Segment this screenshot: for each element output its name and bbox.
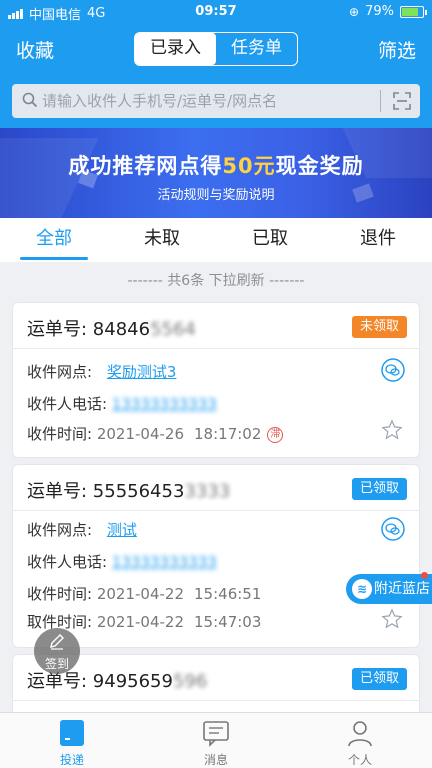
segment-control: 已录入 任务单 [134, 32, 298, 66]
favorites-button[interactable]: 收藏 [16, 36, 54, 63]
status-badge: 未领取 [351, 316, 407, 338]
checkin-button[interactable]: 签到 [34, 628, 80, 674]
waybill-number: 运单号: 555564533333 [27, 481, 231, 502]
nearby-store-label: 附近蓝店 [374, 581, 430, 597]
message-icon [203, 721, 229, 747]
parcel-card[interactable]: 运单号: 555564533333 已领取 收件网点: 测试 收件人电话: 13… [12, 464, 420, 648]
banner-title: 成功推荐网点得50元现金奖励 [68, 154, 364, 178]
tab-returned[interactable]: 退件 [324, 218, 432, 262]
site-link[interactable]: 奖励测试3 [107, 363, 177, 381]
phone-link[interactable]: 13333333333 [112, 553, 217, 571]
status-bar: 中国电信 4G 09:57 ⊕ 79% [0, 0, 432, 24]
checkin-label: 签到 [44, 657, 69, 671]
notification-dot [421, 572, 428, 579]
scan-icon[interactable] [393, 92, 411, 110]
site-row: 收件网点: 测试 [27, 521, 137, 539]
delivery-icon [60, 720, 84, 746]
pencil-icon [50, 634, 64, 650]
waybill-number: 运单号: 848465564 [27, 319, 196, 340]
phone-row: 收件人电话: 13333333333 [27, 553, 217, 571]
promo-banner[interactable]: 成功推荐网点得50元现金奖励 活动规则与奖励说明 [0, 128, 432, 218]
status-tabs: 全部 未取 已取 退件 [0, 218, 432, 262]
site-row: 收件网点: 奖励测试3 [27, 363, 177, 381]
search-divider [380, 90, 381, 112]
receive-time-row: 收件时间: 2021-04-26 18:17:02 滞 [27, 423, 284, 444]
store-icon: ≋ [352, 579, 372, 599]
chat-icon[interactable] [381, 517, 405, 541]
nearby-store-button[interactable]: ≋ 附近蓝店 [346, 572, 432, 604]
tab-entered[interactable]: 已录入 [135, 33, 216, 65]
star-icon[interactable] [381, 608, 403, 630]
phone-link[interactable]: 13333333333 [112, 395, 217, 413]
nav-delivery[interactable]: 投递 [0, 713, 144, 768]
nav-messages[interactable]: 消息 [144, 713, 288, 768]
tab-not-picked[interactable]: 未取 [108, 218, 216, 262]
status-badge: 已领取 [351, 668, 407, 690]
search-box [12, 84, 420, 118]
site-link[interactable]: 测试 [107, 521, 137, 539]
chat-icon[interactable] [381, 358, 405, 382]
search-icon [22, 92, 38, 108]
tab-picked[interactable]: 已取 [216, 218, 324, 262]
status-badge: 已领取 [351, 478, 407, 500]
filter-button[interactable]: 筛选 [378, 36, 416, 63]
battery-percent: 79% [365, 4, 394, 19]
nav-profile[interactable]: 个人 [288, 713, 432, 768]
nav-messages-label: 消息 [203, 753, 228, 767]
battery-icon [400, 5, 427, 18]
search-input[interactable] [42, 84, 372, 118]
banner-subtitle[interactable]: 活动规则与奖励说明 [0, 184, 432, 203]
tab-task-list[interactable]: 任务单 [216, 33, 297, 65]
rotation-lock-icon: ⊕ [349, 4, 360, 19]
person-icon [348, 721, 372, 747]
search-area [0, 74, 432, 128]
star-icon[interactable] [381, 419, 403, 441]
nav-delivery-label: 投递 [59, 753, 84, 767]
receive-time-row: 收件时间: 2021-04-22 15:46:51 [27, 585, 262, 603]
parcel-card[interactable]: 运单号: 848465564 未领取 收件网点: 奖励测试3 收件人电话: 13… [12, 302, 420, 458]
bottom-nav: 投递 消息 个人 [0, 712, 432, 768]
count-hint: ------- 共6条 下拉刷新 ------- [127, 273, 305, 289]
app-header: 收藏 已录入 任务单 筛选 [0, 24, 432, 74]
overdue-icon: 滞 [267, 426, 284, 443]
nav-profile-label: 个人 [347, 753, 372, 767]
tab-all[interactable]: 全部 [0, 218, 108, 262]
phone-row: 收件人电话: 13333333333 [27, 395, 217, 413]
